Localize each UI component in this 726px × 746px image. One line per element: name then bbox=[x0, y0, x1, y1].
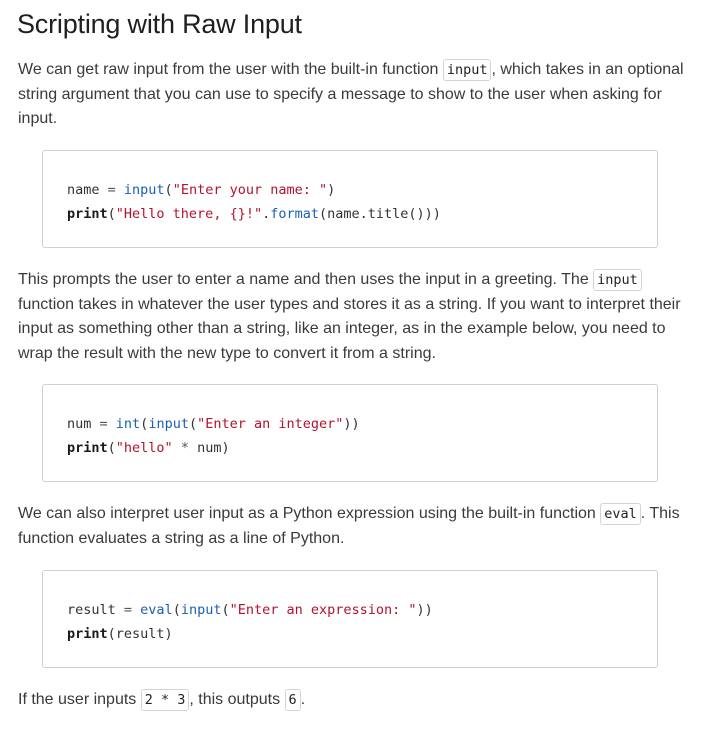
code-block-name-input[interactable]: name = input("Enter your name: ") print(… bbox=[42, 150, 658, 248]
paragraph-input-intro: We can get raw input from the user with … bbox=[18, 58, 690, 132]
paragraph-eval-intro: We can also interpret user input as a Py… bbox=[18, 502, 690, 551]
paragraph-text: This prompts the user to enter a name an… bbox=[18, 271, 594, 288]
paragraph-eval-example: If the user inputs 2 * 3, this outputs 6… bbox=[18, 688, 690, 713]
code-content: name = input("Enter your name: ") print(… bbox=[67, 182, 441, 222]
page-title: Scripting with Raw Input bbox=[17, 9, 302, 39]
code-block-int-input[interactable]: num = int(input("Enter an integer")) pri… bbox=[42, 384, 658, 482]
inline-code-expression: 2 * 3 bbox=[140, 689, 190, 711]
paragraph-text: function takes in whatever the user type… bbox=[18, 295, 681, 362]
paragraph-text: We can get raw input from the user with … bbox=[18, 61, 443, 78]
inline-code-result: 6 bbox=[284, 689, 301, 711]
code-content: result = eval(input("Enter an expression… bbox=[67, 602, 433, 642]
code-content: num = int(input("Enter an integer")) pri… bbox=[67, 416, 360, 456]
inline-code-eval: eval bbox=[600, 503, 641, 525]
lesson-page: Scripting with Raw Input We can get raw … bbox=[0, 0, 726, 746]
paragraph-text: , this outputs bbox=[189, 691, 285, 708]
code-block-eval[interactable]: result = eval(input("Enter an expression… bbox=[42, 570, 658, 668]
paragraph-input-explanation: This prompts the user to enter a name an… bbox=[18, 268, 690, 366]
paragraph-text: . bbox=[300, 691, 306, 708]
paragraph-text: If the user inputs bbox=[18, 691, 141, 708]
inline-code-input: input bbox=[442, 59, 492, 81]
inline-code-input: input bbox=[593, 269, 642, 291]
paragraph-text: We can also interpret user input as a Py… bbox=[18, 505, 601, 522]
